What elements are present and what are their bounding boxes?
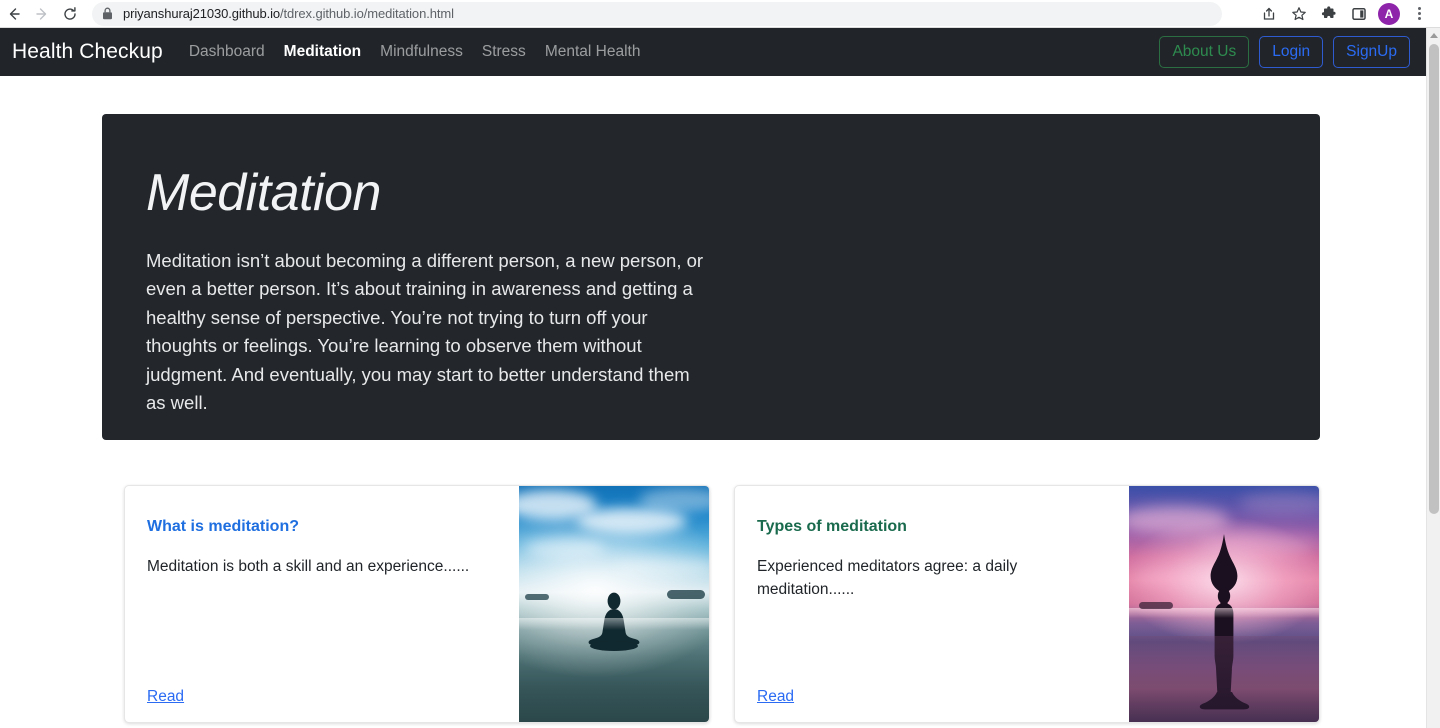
share-button[interactable] — [1254, 0, 1284, 28]
page-viewport: Health Checkup Dashboard Meditation Mind… — [0, 28, 1426, 728]
meditating-silhouette-beach-photo — [519, 486, 709, 722]
url-domain: priyanshuraj21030.github.io — [123, 6, 281, 21]
kebab-menu-icon — [1417, 7, 1421, 20]
side-panel-button[interactable] — [1344, 0, 1374, 28]
site-nav-actions: About Us Login SignUp — [1159, 36, 1410, 68]
card-read-link[interactable]: Read — [757, 688, 794, 706]
card-body: What is meditation? Meditation is both a… — [125, 486, 519, 722]
about-us-button[interactable]: About Us — [1159, 36, 1250, 68]
share-icon — [1261, 6, 1277, 22]
url-path: /tdrex.github.io/meditation.html — [280, 6, 454, 21]
forward-button[interactable] — [28, 0, 56, 28]
avatar: A — [1378, 2, 1400, 25]
card-types-of-meditation[interactable]: Types of meditation Experienced meditato… — [734, 485, 1320, 723]
login-button[interactable]: Login — [1259, 36, 1324, 68]
reload-icon — [62, 6, 78, 22]
chrome-menu-button[interactable] — [1404, 0, 1434, 28]
card-text: Meditation is both a skill and an experi… — [147, 558, 470, 575]
puzzle-piece-icon — [1321, 5, 1337, 22]
profile-button[interactable]: A — [1374, 0, 1404, 28]
site-navbar: Health Checkup Dashboard Meditation Mind… — [0, 28, 1426, 76]
signup-button[interactable]: SignUp — [1333, 36, 1410, 68]
reload-button[interactable] — [56, 0, 84, 28]
url-text: priyanshuraj21030.github.io/tdrex.github… — [123, 6, 454, 21]
nav-link-mindfulness[interactable]: Mindfulness — [380, 43, 463, 61]
nav-link-stress[interactable]: Stress — [482, 43, 526, 61]
card-text: Experienced meditators agree: a daily me… — [757, 558, 1018, 598]
site-nav-links: Dashboard Meditation Mindfulness Stress … — [189, 43, 641, 61]
side-panel-icon — [1351, 6, 1367, 22]
card-read-link[interactable]: Read — [147, 688, 184, 706]
card-body: Types of meditation Experienced meditato… — [735, 486, 1129, 722]
article-card-row: What is meditation? Meditation is both a… — [124, 485, 1320, 723]
browser-toolbar: priyanshuraj21030.github.io/tdrex.github… — [0, 0, 1440, 28]
vertical-scrollbar[interactable] — [1426, 28, 1440, 728]
nav-link-dashboard[interactable]: Dashboard — [189, 43, 265, 61]
nav-link-mental-health[interactable]: Mental Health — [545, 43, 641, 61]
lock-icon[interactable] — [102, 7, 113, 20]
yoga-pose-sunset-silhouette-photo — [1129, 486, 1319, 722]
star-icon — [1291, 6, 1307, 22]
extensions-button[interactable] — [1314, 0, 1344, 28]
page-title: Meditation — [146, 164, 381, 222]
nav-link-meditation[interactable]: Meditation — [284, 43, 362, 61]
card-title: Types of meditation — [757, 518, 907, 535]
forward-arrow-icon — [34, 6, 50, 22]
back-arrow-icon — [6, 6, 22, 22]
hero-description: Meditation isn’t about becoming a differ… — [146, 249, 704, 414]
card-title: What is meditation? — [147, 518, 299, 535]
card-what-is-meditation[interactable]: What is meditation? Meditation is both a… — [124, 485, 710, 723]
scroll-up-arrow-icon — [1429, 32, 1438, 38]
back-button[interactable] — [0, 0, 28, 28]
browser-toolbar-actions: A — [1254, 0, 1440, 28]
address-bar[interactable]: priyanshuraj21030.github.io/tdrex.github… — [92, 1, 1222, 26]
hero-banner: Meditation Meditation isn’t about becomi… — [102, 114, 1320, 440]
scroll-up-button[interactable] — [1427, 28, 1440, 42]
scrollbar-thumb[interactable] — [1429, 44, 1439, 514]
site-brand[interactable]: Health Checkup — [12, 40, 163, 64]
bookmark-button[interactable] — [1284, 0, 1314, 28]
